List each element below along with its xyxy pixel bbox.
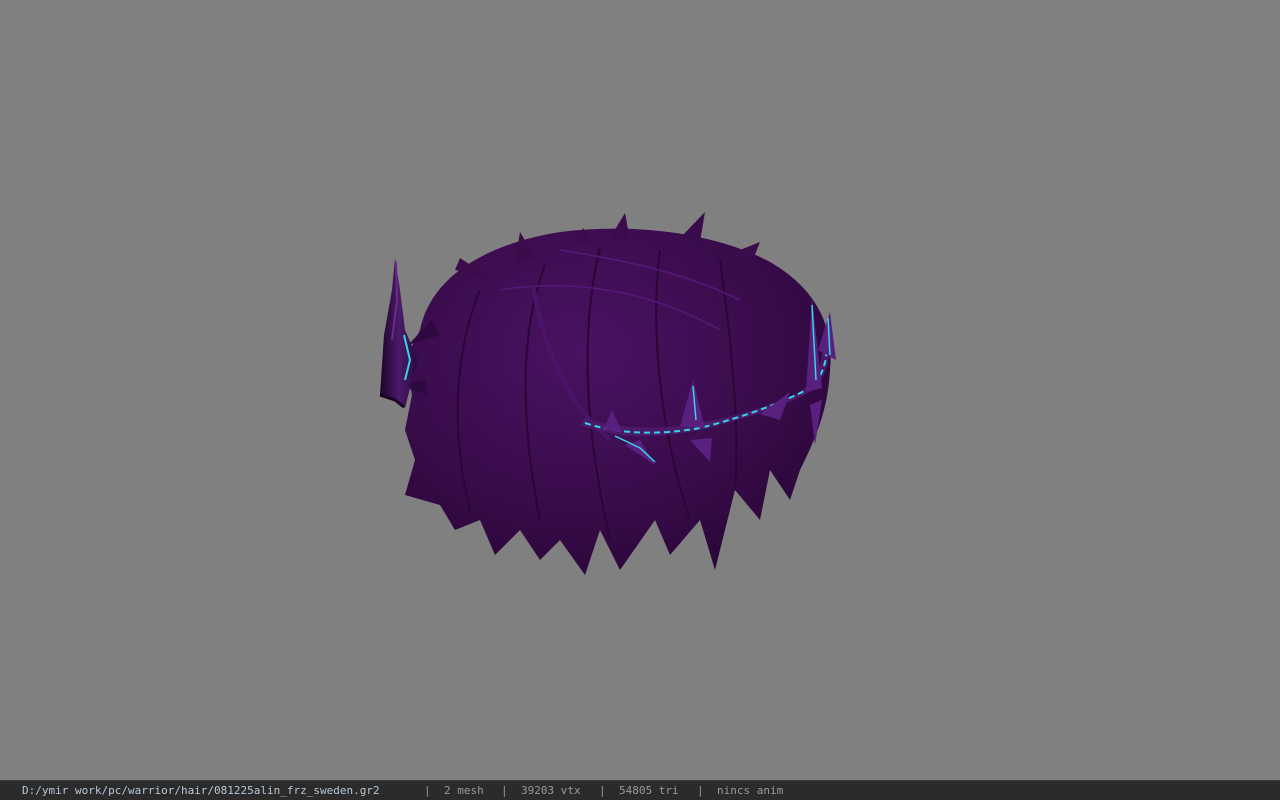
animation-status: nincs anim — [717, 784, 784, 797]
hair-model — [379, 212, 836, 576]
hair-mass — [398, 212, 831, 576]
separator: | — [501, 784, 508, 797]
separator: | — [424, 784, 431, 797]
vertex-count: 39203 vtx — [521, 784, 581, 797]
status-bar: D:/ymir work/pc/warrior/hair/081225alin_… — [0, 780, 1280, 800]
triangle-count: 54805 tri — [619, 784, 679, 797]
separator: | — [697, 784, 704, 797]
file-path: D:/ymir work/pc/warrior/hair/081225alin_… — [22, 784, 380, 797]
3d-viewport[interactable] — [0, 0, 1280, 780]
mesh-count: 2 mesh — [444, 784, 484, 797]
separator: | — [599, 784, 606, 797]
